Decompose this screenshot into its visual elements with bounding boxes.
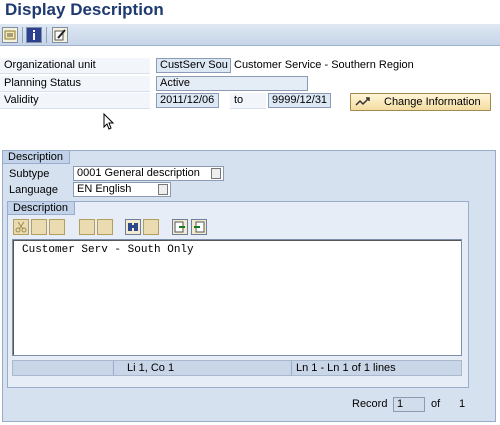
status-divider: [291, 361, 292, 375]
other-object-icon[interactable]: [2, 27, 18, 43]
application-toolbar: [0, 24, 500, 46]
toolbar-separator: [46, 27, 47, 43]
language-field[interactable]: EN English: [73, 182, 171, 197]
change-information-icon: [355, 96, 370, 108]
subtype-label: Subtype: [9, 168, 50, 180]
redo-icon[interactable]: [97, 219, 113, 235]
validity-to-field[interactable]: 9999/12/31: [268, 93, 331, 108]
mouse-cursor-icon: [103, 112, 115, 133]
validity-label: Validity: [0, 93, 150, 109]
edit-pencil-icon[interactable]: [52, 27, 68, 43]
status-divider: [113, 361, 114, 375]
subtype-dropdown-icon[interactable]: [211, 168, 221, 179]
editor-tab: Description: [8, 202, 76, 215]
description-group-tab: Description: [3, 151, 71, 164]
import-icon[interactable]: [172, 219, 188, 235]
org-unit-label: Organizational unit: [0, 58, 150, 74]
language-dropdown-icon[interactable]: [158, 184, 168, 195]
editor-status-bar: Li 1, Co 1 Ln 1 - Ln 1 of 1 lines: [12, 360, 462, 376]
cursor-position: Li 1, Co 1: [127, 362, 175, 374]
line-count: Ln 1 - Ln 1 of 1 lines: [296, 362, 396, 374]
record-label: Record: [352, 398, 388, 410]
export-icon[interactable]: [191, 219, 207, 235]
copy-icon[interactable]: [31, 219, 47, 235]
undo-icon[interactable]: [79, 219, 95, 235]
planning-status-field: Active: [156, 76, 308, 91]
org-unit-field[interactable]: CustServ Sou: [156, 58, 231, 73]
record-total: 1: [459, 398, 466, 410]
subtype-field[interactable]: 0001 General description: [73, 166, 224, 181]
validity-from-field[interactable]: 2011/12/06: [156, 93, 219, 108]
to-label: to: [230, 93, 266, 109]
page-title: Display Description: [5, 0, 164, 19]
change-information-label: Change Information: [384, 96, 481, 108]
of-label: of: [431, 398, 441, 410]
cut-icon[interactable]: [13, 219, 29, 235]
find-next-icon[interactable]: [143, 219, 159, 235]
planning-status-label: Planning Status: [0, 76, 150, 92]
record-field[interactable]: 1: [393, 397, 425, 412]
subtype-value: 0001 General description: [77, 167, 200, 179]
org-unit-name: Customer Service - Southern Region: [234, 59, 414, 71]
language-label: Language: [9, 184, 58, 196]
info-icon[interactable]: [26, 27, 42, 43]
title-bar: Display Description: [0, 0, 500, 22]
change-information-button[interactable]: Change Information: [350, 93, 491, 111]
language-value: EN English: [77, 183, 132, 195]
paste-icon[interactable]: [49, 219, 65, 235]
editor-text-line: Customer Serv - South Only: [22, 244, 194, 256]
toolbar-separator: [22, 27, 23, 43]
find-icon[interactable]: [125, 219, 141, 235]
description-text-editor[interactable]: Customer Serv - South Only: [12, 239, 462, 356]
